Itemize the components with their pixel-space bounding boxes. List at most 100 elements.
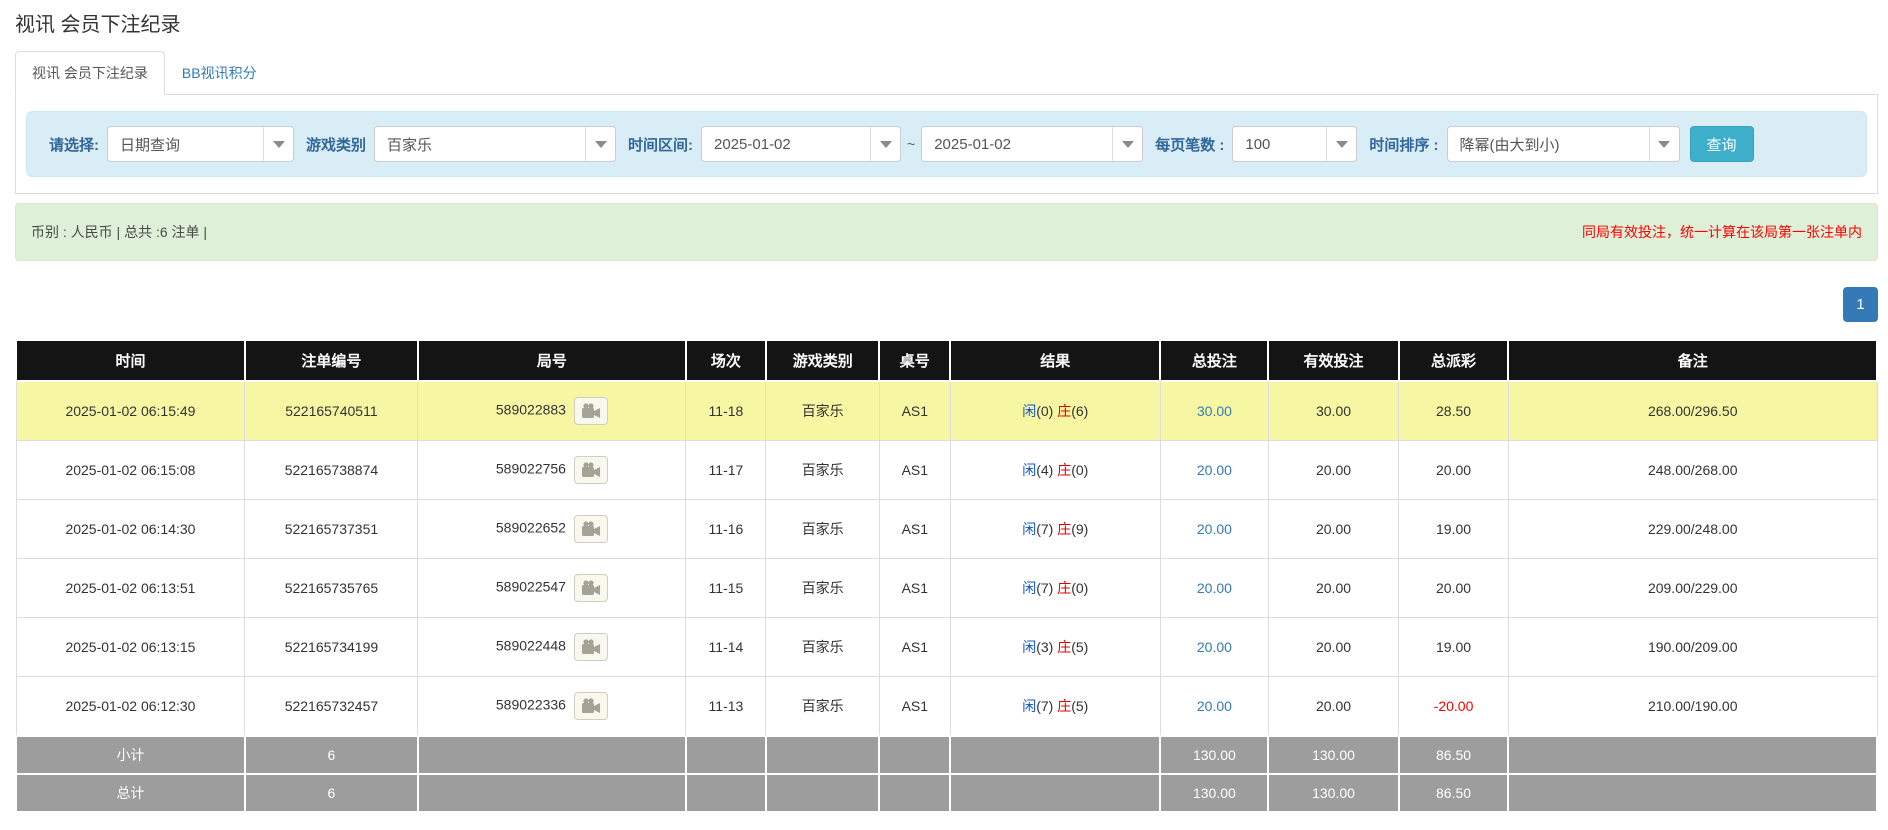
time-cell-value: 2025-01-02 06:12:30 [65,698,195,714]
search-button[interactable]: 查询 [1690,126,1754,162]
session-cell-value: 11-18 [709,403,744,419]
round-video-button[interactable] [574,692,608,720]
bet-id-cell: 522165737351 [245,500,418,559]
total-bet-cell: 20.00 [1160,618,1268,677]
table-header: 时间注单编号局号场次游戏类别桌号结果总投注有效投注总派彩备注 [16,340,1877,381]
session-cell-value: 11-15 [709,580,744,596]
pagination: 1 [15,287,1878,322]
table-row: 2025-01-02 06:12:30522165732457589022336… [16,677,1877,737]
result-banker-label: 庄 [1057,580,1071,596]
page-1-button[interactable]: 1 [1843,287,1878,322]
bet-id-cell: 522165735765 [245,559,418,618]
date-to-select[interactable]: 2025-01-02 [921,126,1143,162]
result-player-label: 闲 [1022,698,1036,714]
result-banker-score: (0) [1071,580,1088,596]
game-type-cell-value: 百家乐 [802,521,844,537]
summary-valid-bet-cell-value: 130.00 [1312,747,1355,763]
note-cell: 229.00/248.00 [1508,500,1877,559]
total-bet-cell-value[interactable]: 30.00 [1197,403,1232,419]
valid-bet-cell-value: 20.00 [1316,698,1351,714]
column-header: 总派彩 [1399,340,1509,381]
round-video-button[interactable] [574,456,608,484]
valid-bet-cell: 30.00 [1268,381,1398,441]
session-cell-value: 11-13 [709,698,744,714]
total-bet-cell-value[interactable]: 20.00 [1197,580,1232,596]
total-bet-cell-value[interactable]: 20.00 [1197,462,1232,478]
time-cell: 2025-01-02 06:15:49 [16,381,245,441]
game-type-cell-value: 百家乐 [802,698,844,714]
filter-bar: 请选择: 日期查询 游戏类别 百家乐 时间区间: 2025-01-02 ~ 20… [26,111,1867,177]
result-player-score: (7) [1036,521,1053,537]
time-sort-label: 时间排序 : [1369,134,1438,155]
total-bet-cell-value[interactable]: 20.00 [1197,639,1232,655]
time-cell: 2025-01-02 06:13:15 [16,618,245,677]
result-banker-label: 庄 [1057,521,1071,537]
time-sort-select[interactable]: 降幂(由大到小) [1447,126,1680,162]
date-from-select[interactable]: 2025-01-02 [701,126,901,162]
result-banker-label: 庄 [1057,698,1071,714]
query-type-label: 请选择: [49,134,99,155]
valid-bet-cell-value: 20.00 [1316,639,1351,655]
date-to-value: 2025-01-02 [922,136,1011,153]
game-type-cell: 百家乐 [766,500,880,559]
video-replay-icon [581,462,601,478]
summary-empty-cell [1508,774,1877,812]
note-cell: 209.00/229.00 [1508,559,1877,618]
result-player-label: 闲 [1022,521,1036,537]
tab-betting-records[interactable]: 视讯 会员下注纪录 [15,51,165,95]
summary-bar: 币别 : 人民币 | 总共 :6 注单 | 同局有效投注，统一计算在该局第一张注… [15,203,1878,261]
video-replay-icon [581,580,601,596]
game-type-select[interactable]: 百家乐 [374,126,616,162]
result-banker-label: 庄 [1057,403,1071,419]
total-bet-cell: 20.00 [1160,677,1268,737]
result-player-label: 闲 [1022,462,1036,478]
payout-cell-value: 20.00 [1436,462,1471,478]
result-banker-label: 庄 [1057,462,1071,478]
payout-cell-value: -20.00 [1434,698,1474,714]
summary-label-cell: 小计 [16,736,245,774]
round-video-button[interactable] [574,515,608,543]
column-header: 有效投注 [1268,340,1398,381]
round-id-cell-value: 589022547 [496,579,566,595]
query-type-select[interactable]: 日期查询 [107,126,294,162]
chevron-down-icon[interactable] [1649,127,1679,161]
table-no-cell-value: AS1 [902,521,928,537]
chevron-down-icon[interactable] [1326,127,1356,161]
bet-id-cell-value: 522165734199 [285,639,378,655]
table-no-cell-value: AS1 [902,698,928,714]
total-bet-cell-value[interactable]: 20.00 [1197,521,1232,537]
game-type-cell: 百家乐 [766,618,880,677]
tab-bar: 视讯 会员下注纪录 BB视讯积分 [15,51,1878,95]
table-no-cell-value: AS1 [902,580,928,596]
total-bet-cell: 20.00 [1160,500,1268,559]
total-bet-cell-value[interactable]: 20.00 [1197,698,1232,714]
round-video-button[interactable] [574,633,608,661]
summary-payout-cell: 86.50 [1399,736,1509,774]
summary-count-cell-value: 6 [328,785,336,801]
page-title: 视讯 会员下注纪录 [15,0,1878,51]
per-page-label: 每页笔数 : [1155,134,1224,155]
table-no-cell: AS1 [879,441,950,500]
total-bet-cell: 20.00 [1160,441,1268,500]
table-no-cell: AS1 [879,559,950,618]
summary-label-cell-value: 小计 [116,747,144,763]
round-video-button[interactable] [574,574,608,602]
chevron-down-icon[interactable] [1112,127,1142,161]
result-cell: 闲(4) 庄(0) [950,441,1160,500]
table-body: 2025-01-02 06:15:49522165740511589022883… [16,381,1877,812]
tab-bb-video-points[interactable]: BB视讯积分 [165,51,274,95]
chevron-down-icon[interactable] [263,127,293,161]
table-no-cell: AS1 [879,500,950,559]
per-page-select[interactable]: 100 [1232,126,1357,162]
summary-count-cell: 6 [245,774,418,812]
round-video-button[interactable] [574,397,608,425]
video-replay-icon [581,639,601,655]
column-header: 时间 [16,340,245,381]
round-id-cell-value: 589022883 [496,402,566,418]
summary-label-cell: 总计 [16,774,245,812]
chevron-down-icon[interactable] [585,127,615,161]
chevron-down-icon[interactable] [870,127,900,161]
time-cell: 2025-01-02 06:15:08 [16,441,245,500]
table-no-cell: AS1 [879,381,950,441]
round-id-cell: 589022756 [418,441,686,500]
